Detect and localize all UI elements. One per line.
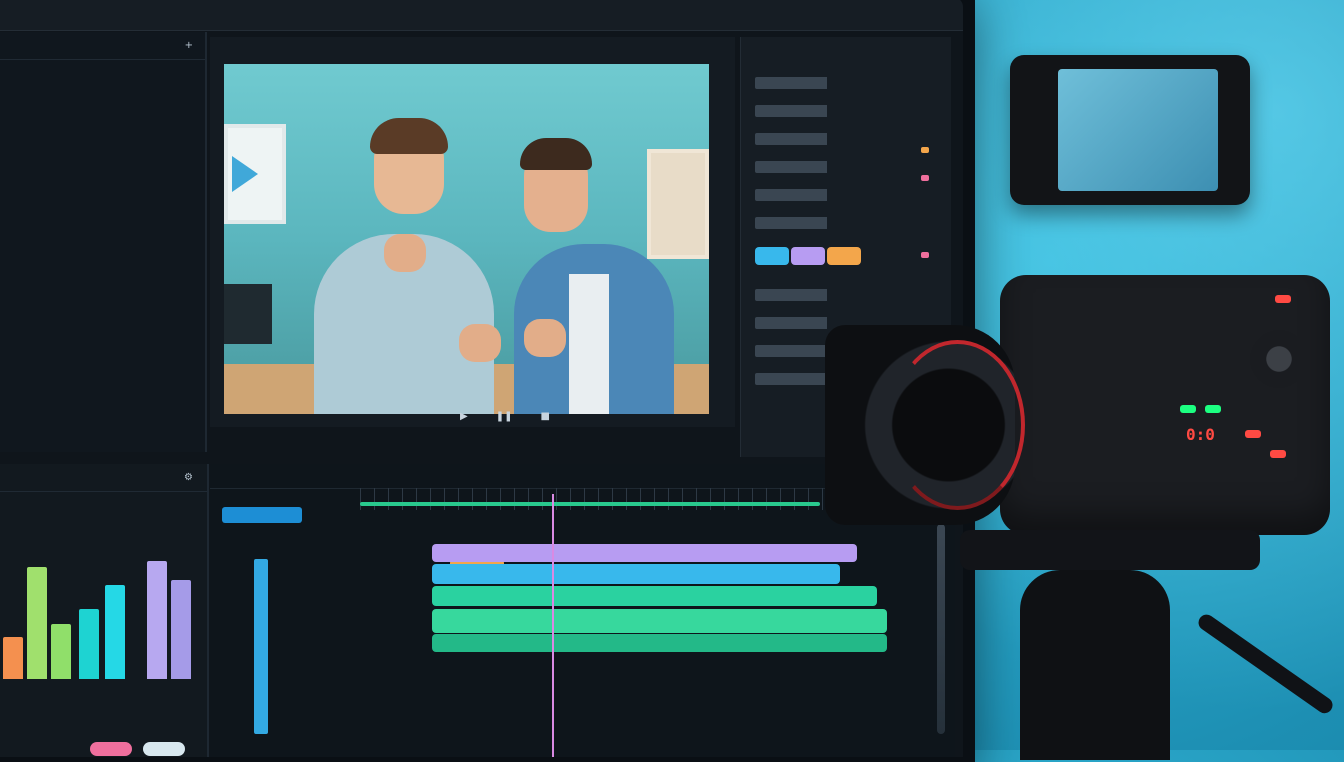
gear-icon[interactable]: ⚙ [184,472,193,483]
add-icon[interactable]: + [185,40,193,51]
audio-meter-header: ⚙ [0,464,207,492]
meter-bar [27,567,47,679]
tripod-head [960,530,1260,570]
background-monitor [224,284,272,344]
meter-bar [3,637,23,679]
poster-play-icon [232,156,258,192]
person-right-shirt [569,274,609,414]
program-viewer: ▶ ❚❚ ■ [210,37,735,427]
camera-led-green [1180,405,1196,413]
camera-led-red [1275,295,1291,303]
clip-blue[interactable] [432,564,840,584]
person-right-hair [520,138,592,170]
pill-button-pink[interactable] [90,742,132,756]
track-button-active[interactable] [222,507,302,523]
clip-purple[interactable] [432,544,857,562]
audio-meter-panel: ⚙ [0,464,209,757]
lens-red-ring [890,340,1025,510]
tripod-leg [1020,570,1170,760]
wall-poster [224,124,286,224]
camera-preview-screen [1058,69,1218,191]
clip-teal[interactable] [432,586,877,606]
camera-display-text: 0:0 [1186,425,1215,444]
media-bin-header: + [0,32,205,60]
meter-bar [105,585,125,679]
track-selector-bar[interactable] [254,559,268,734]
meter-bar [79,609,99,679]
transport-controls: ▶ ❚❚ ■ [460,411,550,422]
camera-body: 0:0 [1000,275,1330,535]
person-right-thumb [524,319,566,357]
video-frame[interactable] [224,64,709,414]
clip-green[interactable] [432,609,887,633]
pause-icon[interactable]: ❚❚ [496,411,513,422]
pill-button-light[interactable] [143,742,185,756]
person-left-hair [370,118,448,154]
camera-rig: 0:0 [820,45,1340,760]
top-menu-bar [0,0,963,31]
stop-icon[interactable]: ■ [540,411,549,422]
media-bin-panel: + [0,32,207,452]
person-left-hand [384,234,426,272]
video-editor-screen: + ▶ ❚❚ ■ ⚙ [0,0,963,757]
play-icon[interactable]: ▶ [460,411,468,422]
timeline-progress [360,502,820,506]
meter-bar [171,580,191,679]
color-chip-blue[interactable] [755,247,789,265]
camera-dial[interactable] [1250,330,1308,388]
camera-led-red-3 [1270,450,1286,458]
tripod-handle [1195,611,1336,717]
timeline-playhead[interactable] [552,494,554,757]
camera-led-red-2 [1245,430,1261,438]
person-left-thumb [459,324,501,362]
camera-led-green-2 [1205,405,1221,413]
camera-monitor [1010,55,1250,205]
meter-bar [147,561,167,679]
clip-green-2[interactable] [432,634,887,652]
meter-bar [51,624,71,679]
wall-frame [647,149,709,259]
